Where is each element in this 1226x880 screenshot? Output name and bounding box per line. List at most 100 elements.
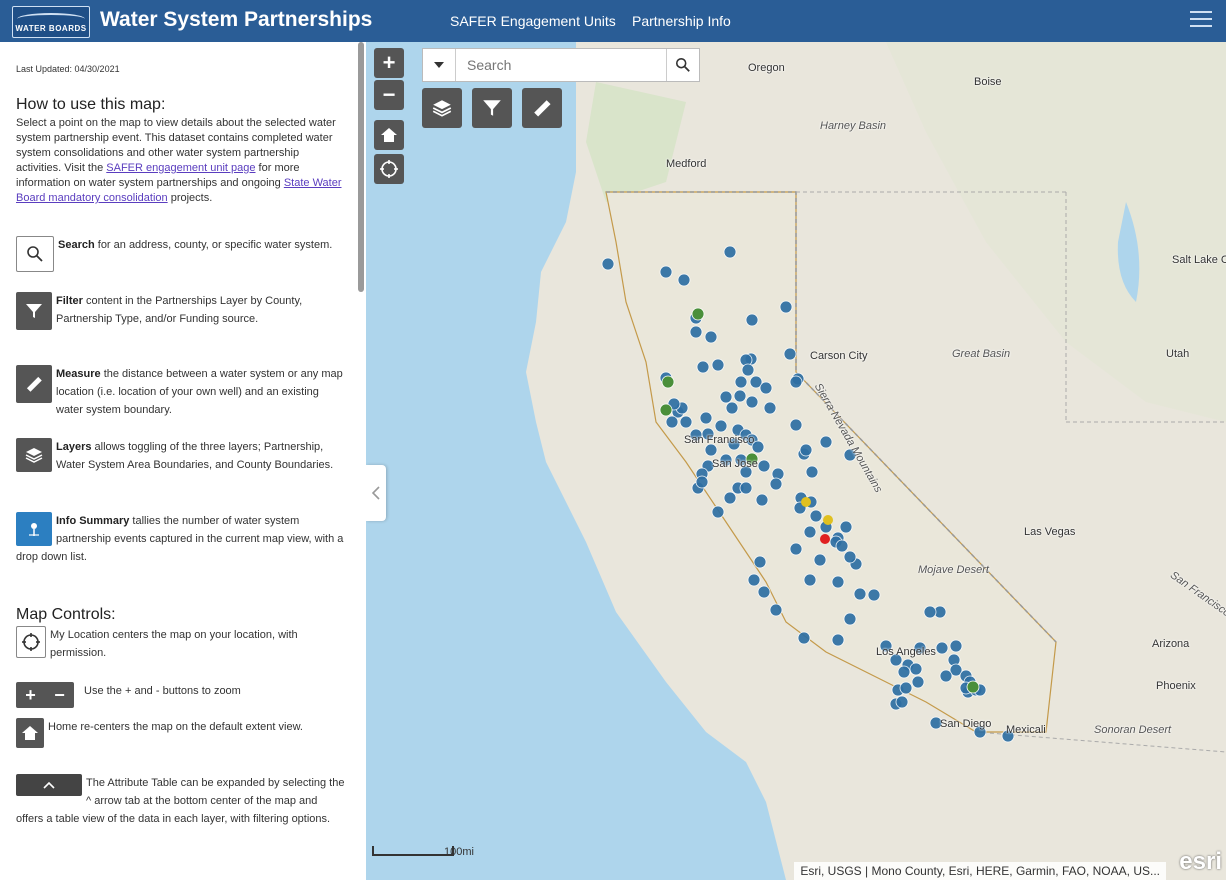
partnership-point[interactable]: [745, 395, 759, 409]
partnership-point[interactable]: [696, 360, 710, 374]
partnership-point[interactable]: [911, 675, 925, 689]
partnership-point[interactable]: [753, 555, 767, 569]
partnership-point[interactable]: [739, 481, 753, 495]
search-source-dropdown[interactable]: [423, 49, 456, 81]
partnership-point[interactable]: [853, 587, 867, 601]
partnership-point[interactable]: [803, 525, 817, 539]
partnership-point[interactable]: [897, 665, 911, 679]
layers-button[interactable]: [422, 88, 462, 128]
partnership-point[interactable]: [789, 375, 803, 389]
search-button[interactable]: [666, 49, 699, 81]
place-label: Medford: [666, 158, 707, 170]
map-view[interactable]: Oregon Boise Harney Basin Medford Carson…: [366, 42, 1226, 880]
partnership-point[interactable]: [723, 245, 737, 259]
partnership-point[interactable]: [695, 475, 709, 489]
partnership-point[interactable]: [867, 588, 881, 602]
partnership-point-yellow[interactable]: [823, 515, 833, 525]
nav-partnership-info[interactable]: Partnership Info: [632, 13, 731, 29]
map-attribution: Esri, USGS | Mono County, Esri, HERE, Ga…: [794, 862, 1166, 880]
sidebar-scrollbar[interactable]: [358, 42, 364, 292]
layers-icon: [16, 438, 52, 472]
partnership-point[interactable]: [679, 415, 693, 429]
partnership-point-green[interactable]: [661, 375, 675, 389]
partnership-point[interactable]: [839, 520, 853, 534]
zoom-in-button[interactable]: +: [374, 48, 404, 78]
help-filter: Filter content in the Partnerships Layer…: [16, 292, 346, 330]
partnership-point[interactable]: [899, 681, 913, 695]
partnership-point[interactable]: [704, 330, 718, 344]
partnership-point[interactable]: [789, 542, 803, 556]
partnership-point[interactable]: [725, 401, 739, 415]
partnership-point[interactable]: [909, 662, 923, 676]
partnership-point[interactable]: [831, 575, 845, 589]
partnership-point[interactable]: [805, 465, 819, 479]
partnership-point[interactable]: [831, 633, 845, 647]
place-label: San Diego: [940, 718, 992, 730]
partnership-point[interactable]: [677, 273, 691, 287]
partnership-point[interactable]: [803, 573, 817, 587]
partnership-point[interactable]: [689, 325, 703, 339]
safer-engagement-link[interactable]: SAFER engagement unit page: [106, 162, 255, 174]
collapse-panel-tab[interactable]: [366, 465, 386, 521]
partnership-point[interactable]: [733, 389, 747, 403]
zoom-out-button[interactable]: −: [374, 80, 404, 110]
partnership-point[interactable]: [949, 639, 963, 653]
partnership-point[interactable]: [895, 695, 909, 709]
locate-button[interactable]: [374, 154, 404, 184]
partnership-point[interactable]: [813, 553, 827, 567]
partnership-point[interactable]: [723, 491, 737, 505]
partnership-point[interactable]: [759, 381, 773, 395]
partnership-point[interactable]: [601, 257, 615, 271]
measure-button[interactable]: [522, 88, 562, 128]
map-controls-heading: Map Controls:: [16, 606, 116, 623]
partnership-point[interactable]: [747, 573, 761, 587]
partnership-point[interactable]: [769, 477, 783, 491]
partnership-point[interactable]: [939, 669, 953, 683]
partnership-point[interactable]: [797, 631, 811, 645]
home-button[interactable]: [374, 120, 404, 150]
partnership-point[interactable]: [835, 539, 849, 553]
partnership-points-layer[interactable]: [366, 42, 1226, 880]
ruler-icon: [16, 365, 52, 403]
place-label: Los Angeles: [876, 646, 936, 658]
last-updated: Last Updated: 04/30/2021: [16, 64, 120, 74]
partnership-point[interactable]: [789, 418, 803, 432]
partnership-point[interactable]: [843, 550, 857, 564]
partnership-point[interactable]: [935, 641, 949, 655]
scale-label: 100mi: [444, 846, 474, 858]
partnership-point-red[interactable]: [820, 534, 830, 544]
partnership-point[interactable]: [741, 363, 755, 377]
filter-button[interactable]: [472, 88, 512, 128]
locate-icon: [380, 160, 398, 178]
partnership-point[interactable]: [783, 347, 797, 361]
partnership-point-green[interactable]: [691, 307, 705, 321]
partnership-point[interactable]: [714, 419, 728, 433]
nav-safer-engagement-units[interactable]: SAFER Engagement Units: [450, 13, 616, 29]
partnership-point[interactable]: [699, 411, 713, 425]
partnership-point-yellow[interactable]: [801, 497, 811, 507]
menu-icon[interactable]: [1190, 11, 1212, 31]
help-measure: Measure the distance between a water sys…: [16, 365, 346, 419]
partnership-point[interactable]: [763, 401, 777, 415]
partnership-point[interactable]: [711, 505, 725, 519]
partnership-point[interactable]: [809, 509, 823, 523]
partnership-point[interactable]: [923, 605, 937, 619]
partnership-point-green[interactable]: [659, 403, 673, 417]
partnership-point[interactable]: [734, 375, 748, 389]
partnership-point[interactable]: [799, 443, 813, 457]
app-title: Water System Partnerships: [100, 8, 373, 31]
partnership-point[interactable]: [843, 612, 857, 626]
partnership-point-green[interactable]: [966, 680, 980, 694]
partnership-point[interactable]: [769, 603, 783, 617]
partnership-point[interactable]: [719, 390, 733, 404]
partnership-point[interactable]: [757, 459, 771, 473]
partnership-point[interactable]: [665, 415, 679, 429]
partnership-point[interactable]: [757, 585, 771, 599]
partnership-point[interactable]: [755, 493, 769, 507]
partnership-point[interactable]: [745, 313, 759, 327]
partnership-point[interactable]: [819, 435, 833, 449]
search-input[interactable]: [457, 49, 683, 81]
partnership-point[interactable]: [659, 265, 673, 279]
partnership-point[interactable]: [711, 358, 725, 372]
partnership-point[interactable]: [779, 300, 793, 314]
